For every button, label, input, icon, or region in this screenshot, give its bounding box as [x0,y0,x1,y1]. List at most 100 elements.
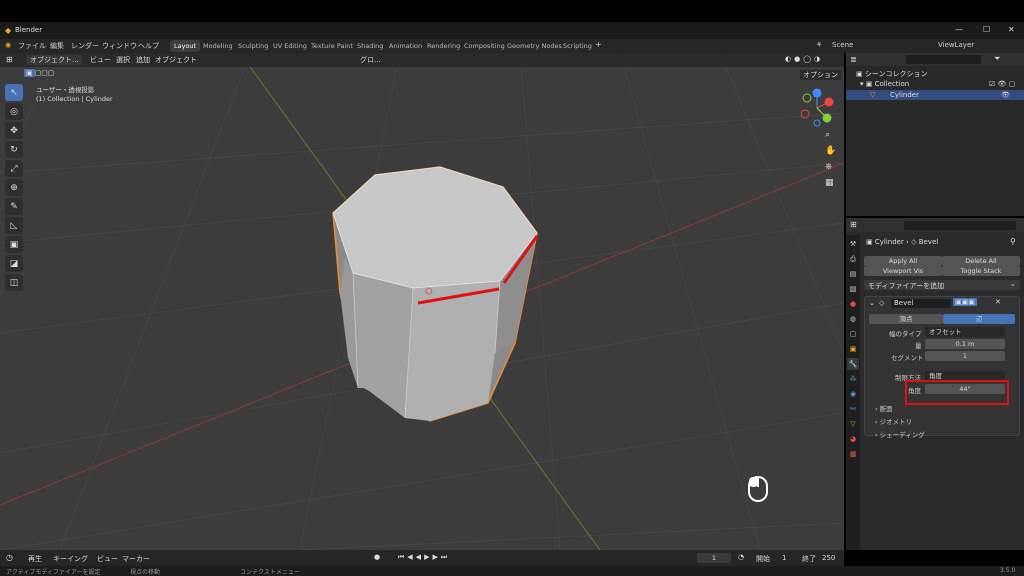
add-workspace-icon[interactable]: + [595,40,602,49]
menu-timeline-view[interactable]: ビュー [97,554,118,564]
modifier-delete-icon[interactable]: ✕ [995,298,1001,306]
playback-controls[interactable]: ⏮◀◀▶▶⏭ [398,553,450,562]
tool-tab-icon[interactable]: ⚒ [847,238,859,250]
scene-tab-icon[interactable]: ● [847,298,859,310]
properties-editor-icon[interactable]: ⊞ [850,220,857,229]
inset-tool-icon[interactable]: ◫ [5,274,23,291]
menu-add[interactable]: 追加 [136,55,150,65]
add-cube-tool-icon[interactable]: ▣ [5,236,23,253]
grid-view-icon[interactable]: ▦ [825,178,836,194]
menu-window[interactable]: ウィンドウ [102,41,137,51]
scene-name[interactable]: Scene [832,41,853,49]
annotate-tool-icon[interactable]: ✎ [5,198,23,215]
measure-tool-icon[interactable]: ◺ [5,217,23,234]
outliner-editor-icon[interactable]: ≣ [850,55,857,64]
viewport-vis-button[interactable]: Viewport Vis [864,266,942,276]
particles-tab-icon[interactable]: ⁂ [847,373,859,385]
scale-tool-icon[interactable]: ⤢ [5,160,23,177]
3d-viewport[interactable]: ユーザー・透視投影 (1) Collection | Cylinder ⌕ ✋ … [0,53,844,550]
current-frame-field[interactable]: 1 [697,553,731,563]
tab-geometry-nodes[interactable]: Geometry Nodes [503,40,566,52]
width-type-dropdown[interactable]: オフセット [925,327,1005,337]
modifier-toggle-icons[interactable]: ▣▣▣ [953,298,977,306]
tab-sculpting[interactable]: Sculpting [234,40,272,52]
clock-icon[interactable]: ◔ [738,553,744,561]
collection-row[interactable]: ▾ ▣ Collection [860,80,909,88]
tab-modeling[interactable]: Modeling [199,40,237,52]
menu-playback[interactable]: 再生 [28,554,42,564]
segments-field[interactable]: 1 [925,351,1005,361]
data-tab-icon[interactable]: ▽ [847,418,859,430]
collection-tab-icon[interactable]: ▢ [847,328,859,340]
menu-keying[interactable]: キーイング [53,554,88,564]
zoom-icon[interactable]: ⌕ [825,130,836,146]
navigation-gizmo[interactable] [795,88,840,128]
output-tab-icon[interactable]: ▤ [847,268,859,280]
menu-render[interactable]: レンダー [71,41,99,51]
extrude-tool-icon[interactable]: ◪ [5,255,23,272]
menu-view[interactable]: ビュー [90,55,111,65]
menu-edit[interactable]: 編集 [50,41,64,51]
toggle-stack-button[interactable]: Toggle Stack [942,266,1020,276]
modifier-tab-icon[interactable]: 🔧 [847,358,859,370]
affect-vertices-button[interactable]: 頂点 [869,314,943,324]
close-button[interactable]: ✕ [1008,25,1015,34]
properties-search-input[interactable] [904,221,1016,230]
menu-file[interactable]: ファイル [18,41,46,51]
add-modifier-dropdown[interactable]: モディファイアーを追加 ⌄ [864,280,1020,290]
tab-uv-editing[interactable]: UV Editing [269,40,311,52]
transform-orientation[interactable]: グロ... [360,55,381,65]
shading-mode-icons[interactable]: ◐●◯◑ [785,55,823,63]
cursor-tool-icon[interactable]: ◎ [5,103,23,120]
minimize-button[interactable]: — [955,25,963,34]
tab-animation[interactable]: Animation [385,40,426,52]
world-tab-icon[interactable]: ◍ [847,313,859,325]
affect-edges-button[interactable]: 辺 [943,314,1015,324]
constraints-tab-icon[interactable]: ⚯ [847,403,859,415]
cylinder-row[interactable]: ▽ Cylinder 👁 [846,90,1024,100]
section-shading[interactable]: › シェーディング [875,429,925,439]
texture-tab-icon[interactable]: ▩ [847,448,859,460]
select-mode-icons[interactable]: ▣ ▢▢▢ [24,69,84,78]
rotate-tool-icon[interactable]: ↻ [5,141,23,158]
end-frame-value[interactable]: 250 [822,554,835,562]
angle-field[interactable]: 44° [925,384,1005,394]
view-layer-tab-icon[interactable]: ▨ [847,283,859,295]
collection-visibility-icon[interactable]: ☑ 👁 ▢ [989,80,1015,88]
filter-icon[interactable]: ⏷ [994,54,1000,64]
amount-field[interactable]: 0.1 m [925,339,1005,349]
menu-select[interactable]: 選択 [116,55,130,65]
delete-all-button[interactable]: Delete All [942,256,1020,266]
apply-all-button[interactable]: Apply All [864,256,942,266]
object-tab-icon[interactable]: ▣ [847,343,859,355]
visibility-eye-icon[interactable]: 👁 [1001,91,1010,99]
render-tab-icon[interactable]: ⎙ [847,253,859,265]
cylinder-mesh[interactable] [332,166,538,422]
tab-texture-paint[interactable]: Texture Paint [307,40,357,52]
transform-tool-icon[interactable]: ⊕ [5,179,23,196]
view-layer-name[interactable]: ViewLayer [938,41,974,49]
menu-object[interactable]: オブジェクト [155,55,197,65]
blender-menu-icon[interactable]: ◉ [5,41,11,49]
pan-hand-icon[interactable]: ✋ [825,146,836,162]
section-geometry[interactable]: › ジオメトリ [875,416,912,426]
timeline-editor-icon[interactable]: ◷ [6,553,13,562]
options-dropdown[interactable]: オプション [800,70,841,80]
mode-selector[interactable]: オブジェクト... [27,55,82,65]
menu-marker[interactable]: マーカー [122,554,150,564]
modifier-name-input[interactable]: Bevel [891,299,951,308]
move-tool-icon[interactable]: ✥ [5,122,23,139]
tab-scripting[interactable]: Scripting [559,40,596,52]
material-tab-icon[interactable]: ◕ [847,433,859,445]
maximize-button[interactable]: ☐ [983,25,990,34]
outliner-search-input[interactable] [906,55,981,64]
tab-shading[interactable]: Shading [353,40,387,52]
editor-type-icon[interactable]: ⊞ [6,55,13,64]
pin-icon[interactable]: ⚲ [1010,237,1016,246]
physics-tab-icon[interactable]: ◉ [847,388,859,400]
start-frame-value[interactable]: 1 [782,554,786,562]
record-button-icon[interactable]: ● [374,553,380,561]
camera-icon[interactable]: ⎈ [825,162,836,178]
collapse-chevron-icon[interactable]: ⌄ [869,299,875,307]
section-profile[interactable]: › 断面 [875,403,893,413]
